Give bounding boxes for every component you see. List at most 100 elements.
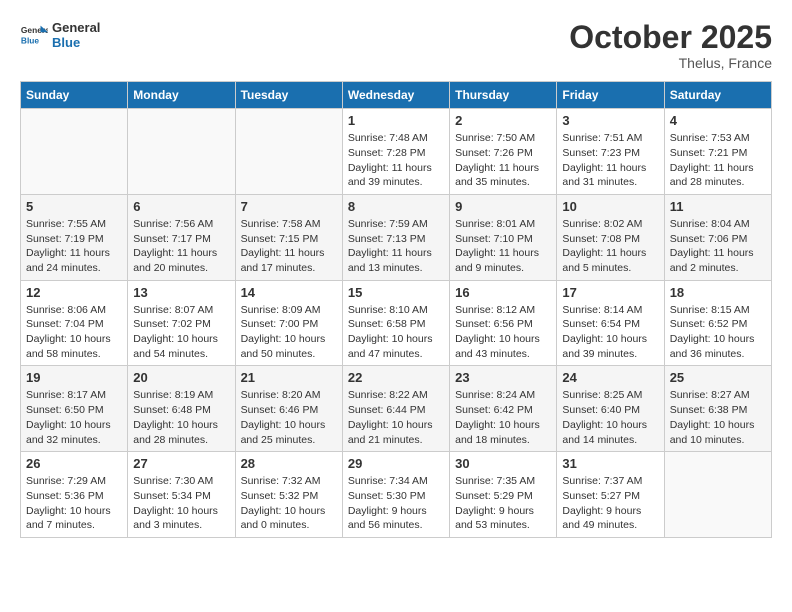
calendar-cell: 5 Sunrise: 7:55 AM Sunset: 7:19 PM Daylig…: [21, 194, 128, 280]
day-number: 25: [670, 370, 766, 385]
calendar-cell: 8Sunrise: 7:59 AM Sunset: 7:13 PM Daylig…: [342, 194, 449, 280]
day-number: 29: [348, 456, 444, 471]
day-info: Sunrise: 7:50 AM Sunset: 7:26 PM Dayligh…: [455, 131, 551, 190]
calendar-cell: 25Sunrise: 8:27 AM Sunset: 6:38 PM Dayli…: [664, 366, 771, 452]
calendar-cell: 22Sunrise: 8:22 AM Sunset: 6:44 PM Dayli…: [342, 366, 449, 452]
calendar-week-2: 5 Sunrise: 7:55 AM Sunset: 7:19 PM Daylig…: [21, 194, 772, 280]
weekday-thursday: Thursday: [450, 82, 557, 109]
logo-general-text: General: [52, 20, 100, 35]
day-number: 20: [133, 370, 229, 385]
svg-text:Blue: Blue: [21, 35, 39, 45]
calendar-cell: 17 Sunrise: 8:14 AM Sunset: 6:54 PM Dayli…: [557, 280, 664, 366]
calendar-cell: 4 Sunrise: 7:53 AM Sunset: 7:21 PM Daylig…: [664, 109, 771, 195]
day-info: Sunrise: 7:53 AM Sunset: 7:21 PM Dayligh…: [670, 131, 766, 190]
calendar-cell: 18Sunrise: 8:15 AM Sunset: 6:52 PM Dayli…: [664, 280, 771, 366]
day-number: 3: [562, 113, 658, 128]
calendar-cell: 26 Sunrise: 7:29 AM Sunset: 5:36 PM Dayli…: [21, 452, 128, 538]
day-info: Sunrise: 7:29 AM Sunset: 5:36 PM Dayligh…: [26, 474, 122, 533]
calendar-cell: 12Sunrise: 8:06 AM Sunset: 7:04 PM Dayli…: [21, 280, 128, 366]
calendar-cell: 20 Sunrise: 8:19 AM Sunset: 6:48 PM Dayli…: [128, 366, 235, 452]
day-number: 6: [133, 199, 229, 214]
day-info: Sunrise: 8:09 AM Sunset: 7:00 PM Dayligh…: [241, 303, 337, 362]
calendar-cell: 13 Sunrise: 8:07 AM Sunset: 7:02 PM Dayli…: [128, 280, 235, 366]
calendar-cell: 23 Sunrise: 8:24 AM Sunset: 6:42 PM Dayli…: [450, 366, 557, 452]
day-info: Sunrise: 8:20 AM Sunset: 6:46 PM Dayligh…: [241, 388, 337, 447]
day-info: Sunrise: 7:34 AM Sunset: 5:30 PM Dayligh…: [348, 474, 444, 533]
day-info: Sunrise: 7:56 AM Sunset: 7:17 PM Dayligh…: [133, 217, 229, 276]
calendar-cell: 15 Sunrise: 8:10 AM Sunset: 6:58 PM Dayli…: [342, 280, 449, 366]
day-info: Sunrise: 8:17 AM Sunset: 6:50 PM Dayligh…: [26, 388, 122, 447]
day-info: Sunrise: 7:48 AM Sunset: 7:28 PM Dayligh…: [348, 131, 444, 190]
calendar-cell: 19Sunrise: 8:17 AM Sunset: 6:50 PM Dayli…: [21, 366, 128, 452]
calendar-week-3: 12Sunrise: 8:06 AM Sunset: 7:04 PM Dayli…: [21, 280, 772, 366]
calendar-week-5: 26 Sunrise: 7:29 AM Sunset: 5:36 PM Dayli…: [21, 452, 772, 538]
calendar-cell: 6 Sunrise: 7:56 AM Sunset: 7:17 PM Daylig…: [128, 194, 235, 280]
calendar-cell: 14 Sunrise: 8:09 AM Sunset: 7:00 PM Dayli…: [235, 280, 342, 366]
day-info: Sunrise: 7:37 AM Sunset: 5:27 PM Dayligh…: [562, 474, 658, 533]
day-number: 22: [348, 370, 444, 385]
calendar-week-1: 1 Sunrise: 7:48 AM Sunset: 7:28 PM Daylig…: [21, 109, 772, 195]
day-info: Sunrise: 7:35 AM Sunset: 5:29 PM Dayligh…: [455, 474, 551, 533]
weekday-sunday: Sunday: [21, 82, 128, 109]
day-number: 30: [455, 456, 551, 471]
day-number: 16: [455, 285, 551, 300]
calendar-cell: 9Sunrise: 8:01 AM Sunset: 7:10 PM Daylig…: [450, 194, 557, 280]
day-number: 23: [455, 370, 551, 385]
day-info: Sunrise: 8:19 AM Sunset: 6:48 PM Dayligh…: [133, 388, 229, 447]
day-number: 14: [241, 285, 337, 300]
day-number: 26: [26, 456, 122, 471]
logo-icon: General Blue: [20, 21, 48, 49]
calendar-cell: 24 Sunrise: 8:25 AM Sunset: 6:40 PM Dayli…: [557, 366, 664, 452]
calendar-cell: 16 Sunrise: 8:12 AM Sunset: 6:56 PM Dayli…: [450, 280, 557, 366]
calendar-cell: 3 Sunrise: 7:51 AM Sunset: 7:23 PM Daylig…: [557, 109, 664, 195]
day-info: Sunrise: 8:01 AM Sunset: 7:10 PM Dayligh…: [455, 217, 551, 276]
day-number: 13: [133, 285, 229, 300]
day-info: Sunrise: 8:02 AM Sunset: 7:08 PM Dayligh…: [562, 217, 658, 276]
day-info: Sunrise: 8:15 AM Sunset: 6:52 PM Dayligh…: [670, 303, 766, 362]
calendar-cell: 11Sunrise: 8:04 AM Sunset: 7:06 PM Dayli…: [664, 194, 771, 280]
day-number: 4: [670, 113, 766, 128]
weekday-saturday: Saturday: [664, 82, 771, 109]
calendar-cell: 28Sunrise: 7:32 AM Sunset: 5:32 PM Dayli…: [235, 452, 342, 538]
day-number: 27: [133, 456, 229, 471]
calendar-body: 1 Sunrise: 7:48 AM Sunset: 7:28 PM Daylig…: [21, 109, 772, 538]
page-header: General Blue General Blue October 2025 T…: [20, 20, 772, 71]
calendar-cell: [235, 109, 342, 195]
logo: General Blue General Blue: [20, 20, 100, 50]
day-info: Sunrise: 7:59 AM Sunset: 7:13 PM Dayligh…: [348, 217, 444, 276]
logo-blue-text: Blue: [52, 35, 100, 50]
calendar-cell: [664, 452, 771, 538]
day-number: 11: [670, 199, 766, 214]
day-info: Sunrise: 8:06 AM Sunset: 7:04 PM Dayligh…: [26, 303, 122, 362]
day-info: Sunrise: 7:30 AM Sunset: 5:34 PM Dayligh…: [133, 474, 229, 533]
calendar-cell: 27 Sunrise: 7:30 AM Sunset: 5:34 PM Dayli…: [128, 452, 235, 538]
day-number: 5: [26, 199, 122, 214]
day-number: 1: [348, 113, 444, 128]
day-info: Sunrise: 8:24 AM Sunset: 6:42 PM Dayligh…: [455, 388, 551, 447]
day-info: Sunrise: 8:14 AM Sunset: 6:54 PM Dayligh…: [562, 303, 658, 362]
day-info: Sunrise: 8:25 AM Sunset: 6:40 PM Dayligh…: [562, 388, 658, 447]
calendar-cell: 2Sunrise: 7:50 AM Sunset: 7:26 PM Daylig…: [450, 109, 557, 195]
day-number: 31: [562, 456, 658, 471]
day-info: Sunrise: 7:55 AM Sunset: 7:19 PM Dayligh…: [26, 217, 122, 276]
day-number: 24: [562, 370, 658, 385]
day-number: 7: [241, 199, 337, 214]
calendar-cell: 30 Sunrise: 7:35 AM Sunset: 5:29 PM Dayli…: [450, 452, 557, 538]
weekday-monday: Monday: [128, 82, 235, 109]
weekday-wednesday: Wednesday: [342, 82, 449, 109]
day-info: Sunrise: 7:51 AM Sunset: 7:23 PM Dayligh…: [562, 131, 658, 190]
calendar-cell: [128, 109, 235, 195]
location-subtitle: Thelus, France: [569, 55, 772, 71]
day-info: Sunrise: 8:10 AM Sunset: 6:58 PM Dayligh…: [348, 303, 444, 362]
day-info: Sunrise: 7:32 AM Sunset: 5:32 PM Dayligh…: [241, 474, 337, 533]
weekday-friday: Friday: [557, 82, 664, 109]
calendar-cell: [21, 109, 128, 195]
day-number: 15: [348, 285, 444, 300]
day-info: Sunrise: 8:12 AM Sunset: 6:56 PM Dayligh…: [455, 303, 551, 362]
day-number: 10: [562, 199, 658, 214]
day-info: Sunrise: 8:07 AM Sunset: 7:02 PM Dayligh…: [133, 303, 229, 362]
calendar-table: SundayMondayTuesdayWednesdayThursdayFrid…: [20, 81, 772, 538]
day-number: 17: [562, 285, 658, 300]
day-number: 21: [241, 370, 337, 385]
calendar-cell: 7Sunrise: 7:58 AM Sunset: 7:15 PM Daylig…: [235, 194, 342, 280]
